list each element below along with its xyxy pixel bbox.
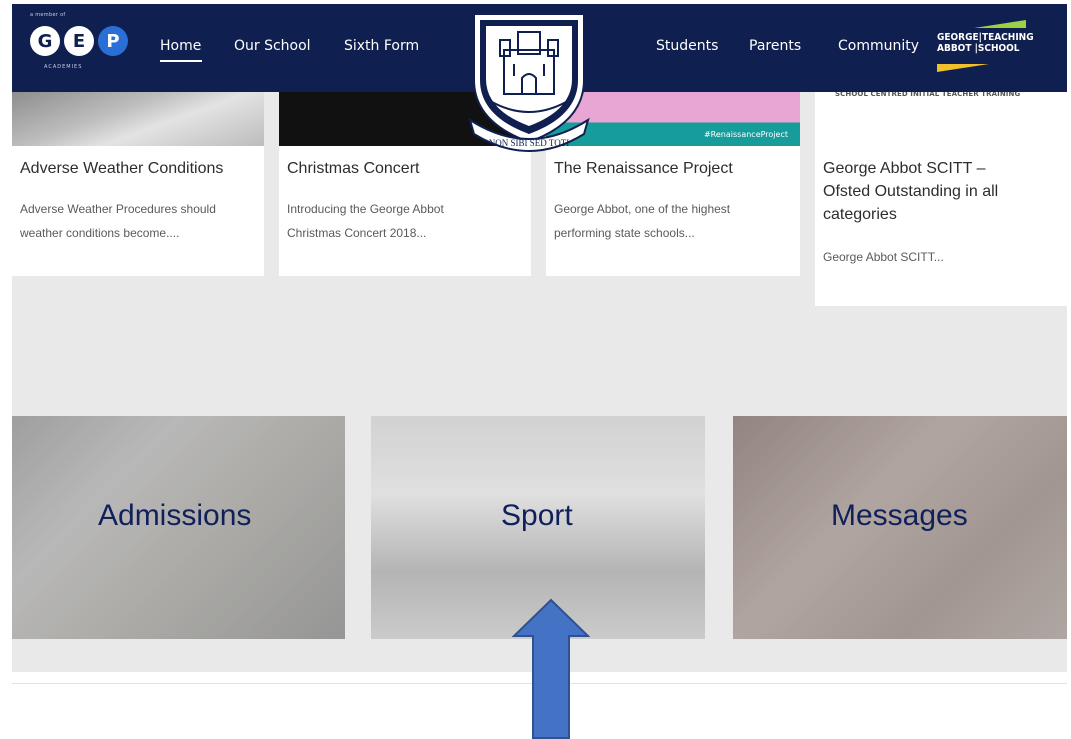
nav-link-our-school[interactable]: Our School	[234, 38, 311, 54]
nav-link-students[interactable]: Students	[656, 38, 718, 54]
tile-messages[interactable]: Messages	[733, 416, 1067, 639]
card-title[interactable]: Ofsted Outstanding in all	[823, 181, 998, 203]
nav-link-community[interactable]: Community	[838, 38, 919, 54]
card-title[interactable]: Adverse Weather Conditions	[20, 158, 223, 180]
gep-academies-logo[interactable]: a member of G E P ACADEMIES	[30, 12, 142, 80]
tile-label: Admissions	[98, 499, 252, 532]
card-title[interactable]: The Renaissance Project	[554, 158, 733, 180]
card-excerpt: George Abbot, one of the highest	[554, 202, 731, 216]
nav-link-parents[interactable]: Parents	[749, 38, 801, 54]
card-title[interactable]: Christmas Concert	[287, 158, 419, 180]
active-nav-underline	[160, 60, 202, 62]
logo-yellow-stripe	[937, 64, 989, 72]
card-title[interactable]: categories	[823, 204, 897, 226]
nav-link-home[interactable]: Home	[160, 38, 201, 54]
tile-label: Sport	[501, 499, 573, 532]
pointer-arrow-icon	[512, 598, 590, 739]
card-excerpt: performing state schools...	[554, 226, 695, 240]
george-abbot-teaching-school-logo[interactable]: GEORGE|TEACHING ABBOT |SCHOOL	[932, 16, 1042, 84]
card-excerpt: Introducing the George Abbot	[287, 202, 444, 216]
card-image-scitt: SCHOOL CENTRED INITIAL TEACHER TRAINING	[815, 90, 1067, 146]
gep-academies-text: ACADEMIES	[44, 64, 83, 70]
school-crest-logo[interactable]: NON SIBI SED TOTI	[466, 10, 592, 160]
news-card-scitt-ofsted[interactable]: SCHOOL CENTRED INITIAL TEACHER TRAINING …	[815, 90, 1067, 306]
tile-admissions[interactable]: Admissions	[12, 416, 345, 639]
card-image-snow	[12, 90, 264, 146]
card-excerpt: Christmas Concert 2018...	[287, 226, 427, 240]
gep-letter-e: E	[64, 26, 94, 56]
gep-letter-g: G	[30, 26, 60, 56]
news-card-adverse-weather[interactable]: Adverse Weather Conditions Adverse Weath…	[12, 90, 264, 276]
card-title[interactable]: George Abbot SCITT –	[823, 158, 985, 180]
gep-tagline: a member of	[30, 12, 66, 18]
svg-text:NON SIBI SED TOTI: NON SIBI SED TOTI	[489, 138, 569, 148]
card-excerpt: George Abbot SCITT...	[823, 250, 944, 264]
renaissance-hashtag: #RenaissanceProject	[703, 130, 788, 139]
page-root: Adverse Weather Conditions Adverse Weath…	[0, 0, 1071, 739]
card-excerpt: Adverse Weather Procedures should	[20, 202, 216, 216]
card-excerpt: weather conditions become....	[20, 226, 180, 240]
logo-text: GEORGE|TEACHING ABBOT |SCHOOL	[937, 32, 1034, 54]
tile-label: Messages	[831, 499, 968, 532]
gep-letter-p: P	[98, 26, 128, 56]
nav-link-sixth-form[interactable]: Sixth Form	[344, 38, 419, 54]
logo-green-stripe	[974, 20, 1026, 28]
